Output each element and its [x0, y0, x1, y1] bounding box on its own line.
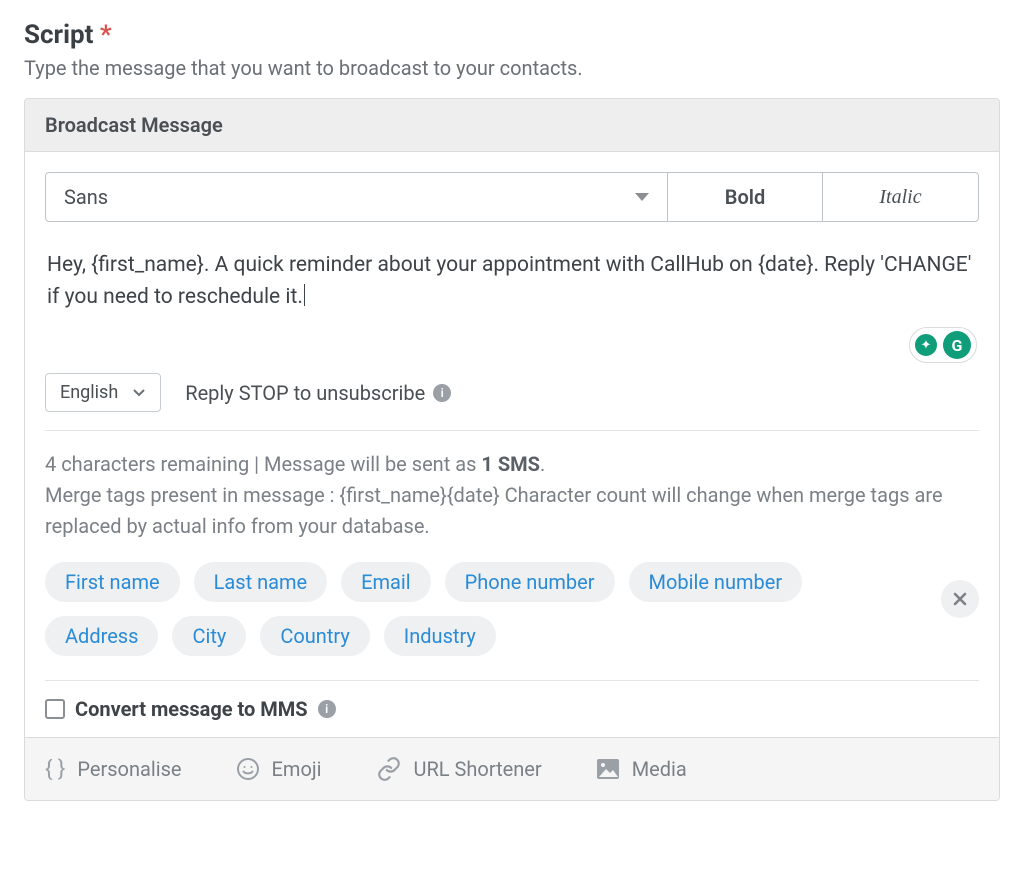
merge-tags-info: Merge tags present in message : {first_n…: [45, 483, 943, 538]
tags-row: First name Last name Email Phone number …: [45, 562, 979, 680]
merge-tag-country[interactable]: Country: [260, 616, 369, 656]
mms-checkbox[interactable]: [45, 699, 65, 719]
info-icon[interactable]: i: [318, 700, 336, 718]
mms-row: Convert message to MMS i: [45, 680, 979, 737]
merge-tag-last-name[interactable]: Last name: [194, 562, 328, 602]
font-family-select[interactable]: Sans: [46, 173, 668, 221]
heading-text: Script: [24, 20, 93, 50]
media-button[interactable]: Media: [596, 757, 687, 781]
unsubscribe-hint: Reply STOP to unsubscribe i: [185, 381, 451, 405]
link-icon: [376, 756, 402, 782]
merge-tag-email[interactable]: Email: [341, 562, 431, 602]
language-select[interactable]: English: [45, 373, 161, 412]
text-cursor: [304, 284, 305, 306]
chevron-down-icon: [132, 388, 146, 398]
editor-wrap: Hey, {first_name}. A quick reminder abou…: [45, 222, 979, 373]
merge-tags-list: First name Last name Email Phone number …: [45, 562, 921, 680]
info-icon[interactable]: i: [433, 384, 451, 402]
panel-body: Sans Bold Italic Hey, {first_name}. A qu…: [25, 152, 999, 737]
merge-tag-mobile-number[interactable]: Mobile number: [629, 562, 803, 602]
merge-tag-address[interactable]: Address: [45, 616, 158, 656]
language-row: English Reply STOP to unsubscribe i: [45, 373, 979, 431]
grammarly-icon: G: [943, 331, 971, 359]
font-family-value: Sans: [64, 185, 108, 209]
merge-tag-industry[interactable]: Industry: [384, 616, 496, 656]
editor-content: Hey, {first_name}. A quick reminder abou…: [47, 253, 971, 309]
mms-label: Convert message to MMS: [75, 697, 308, 721]
image-icon: [596, 758, 620, 780]
url-shortener-button[interactable]: URL Shortener: [376, 756, 542, 782]
panel-title: Broadcast Message: [25, 99, 999, 152]
lightbulb-icon: ✦: [915, 334, 937, 356]
sms-count: 1 SMS: [481, 452, 540, 476]
section-heading: Script *: [24, 20, 1000, 50]
section-subheading: Type the message that you want to broadc…: [24, 56, 1000, 80]
caret-down-icon: [635, 193, 649, 201]
dismiss-tags-button[interactable]: [941, 580, 979, 618]
required-asterisk: *: [100, 20, 112, 50]
close-icon: [952, 591, 968, 607]
merge-tag-first-name[interactable]: First name: [45, 562, 180, 602]
smiley-icon: [236, 757, 260, 781]
merge-tag-phone-number[interactable]: Phone number: [445, 562, 615, 602]
grammarly-widget[interactable]: ✦ G: [909, 327, 977, 363]
emoji-button[interactable]: Emoji: [236, 757, 322, 781]
broadcast-panel: Broadcast Message Sans Bold Italic Hey, …: [24, 98, 1000, 801]
braces-icon: { }: [45, 757, 65, 782]
personalise-button[interactable]: { } Personalise: [45, 757, 182, 782]
panel-footer: { } Personalise Emoji URL Shortener Medi…: [25, 737, 999, 800]
merge-tag-city[interactable]: City: [172, 616, 246, 656]
chars-remaining: 4 characters remaining: [45, 452, 249, 476]
message-editor[interactable]: Hey, {first_name}. A quick reminder abou…: [45, 222, 979, 373]
language-value: English: [60, 382, 118, 403]
character-info: 4 characters remaining | Message will be…: [45, 431, 979, 562]
editor-toolbar: Sans Bold Italic: [45, 172, 979, 222]
bold-button[interactable]: Bold: [668, 173, 823, 221]
italic-button[interactable]: Italic: [823, 173, 978, 221]
